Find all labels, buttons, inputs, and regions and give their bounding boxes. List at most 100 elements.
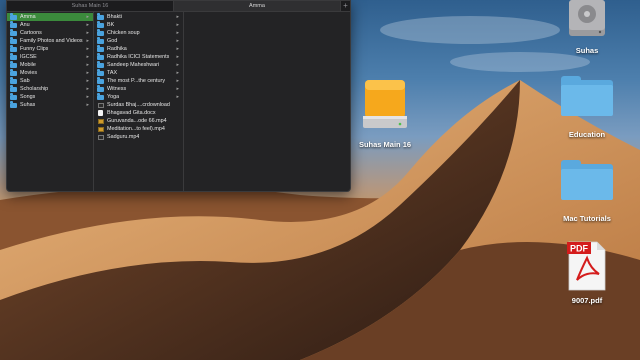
list-item-igcse[interactable]: IGCSE ▸ [7, 53, 93, 61]
list-item-funny-clips[interactable]: Funny Clips ▸ [7, 45, 93, 53]
list-item-surdas[interactable]: Surdas Bhaj....crdownload [94, 101, 183, 109]
chevron-right-icon: ▸ [86, 46, 89, 52]
list-item-witness[interactable]: Witness ▸ [94, 85, 183, 93]
chevron-right-icon: ▸ [86, 102, 89, 108]
folder-icon [97, 13, 104, 20]
list-item-label: Meditation...to feel).mp4 [107, 126, 165, 132]
desktop-icon-9007-pdf[interactable]: PDF 9007.pdf [555, 240, 619, 305]
list-item-family-photos[interactable]: Family Photos and Videos ▸ [7, 37, 93, 45]
list-item-bhagavad-gita[interactable]: Bhagavad Gita.docx [94, 109, 183, 117]
list-item-anu[interactable]: Anu ▸ [7, 21, 93, 29]
list-item-label: Witness [107, 86, 127, 92]
tab-suhas-main-16[interactable]: Suhas Main 16 [7, 1, 174, 11]
list-item-suhas[interactable]: Suhas ▸ [7, 101, 93, 109]
list-item-movies[interactable]: Movies ▸ [7, 69, 93, 77]
chevron-right-icon: ▸ [86, 94, 89, 100]
list-item-radhika[interactable]: Radhika ▸ [94, 45, 183, 53]
list-item-sandeep[interactable]: Sandeep Maheshwari ▸ [94, 61, 183, 69]
list-item-label: Sadguru.mp4 [107, 134, 140, 140]
list-item-label: Family Photos and Videos [20, 38, 83, 44]
folder-icon [97, 85, 104, 92]
list-item-guruvanda[interactable]: Guruvanda...ode 66.mp4 [94, 117, 183, 125]
list-item-bhakti[interactable]: Bhakti ▸ [94, 13, 183, 21]
pdf-badge-text: PDF [570, 244, 589, 254]
list-item-label: Bhakti [107, 14, 122, 20]
folder-icon [10, 93, 17, 100]
list-item-meditation[interactable]: Meditation...to feel).mp4 [94, 125, 183, 133]
document-icon [98, 110, 103, 116]
list-item-label: Sab [20, 78, 30, 84]
list-item-radhika-icici[interactable]: Radhika ICICI Statements ▸ [94, 53, 183, 61]
list-item-label: Songs [20, 94, 36, 100]
list-item-label: Suhas [20, 102, 36, 108]
desktop-icon-label: Suhas Main 16 [358, 140, 412, 149]
folder-icon [97, 61, 104, 68]
folder-icon [10, 53, 17, 60]
folder-icon [10, 85, 17, 92]
list-item-label: Guruvanda...ode 66.mp4 [107, 118, 167, 124]
finder-column-1: Amma ▸ Anu ▸ Cartoons ▸ Family Photos and V… [7, 12, 94, 191]
desktop-icon-label: Education [568, 130, 606, 139]
list-item-label: Radhika [107, 46, 127, 52]
chevron-right-icon: ▸ [176, 22, 179, 28]
chevron-right-icon: ▸ [86, 70, 89, 76]
list-item-label: Radhika ICICI Statements [107, 54, 170, 60]
folder-icon [10, 61, 17, 68]
folder-icon [10, 77, 17, 84]
list-item-scholarship[interactable]: Scholarship ▸ [7, 85, 93, 93]
desktop-icon-suhas-main-16[interactable]: Suhas Main 16 [350, 78, 420, 149]
list-item-label: Sandeep Maheshwari [107, 62, 160, 68]
list-item-the-most[interactable]: The most P...the century ▸ [94, 77, 183, 85]
list-item-label: Chicken soup [107, 30, 140, 36]
desktop-icon-education[interactable]: Education [555, 76, 619, 139]
finder-column-3 [184, 12, 350, 191]
folder-icon [561, 76, 613, 116]
list-item-god[interactable]: God ▸ [94, 37, 183, 45]
finder-tab-bar: Suhas Main 16 Amma + [7, 1, 350, 12]
list-item-sab[interactable]: Sab ▸ [7, 77, 93, 85]
desktop-icon-suhas[interactable]: Suhas [555, 0, 619, 55]
list-item-bk[interactable]: BK ▸ [94, 21, 183, 29]
finder-window[interactable]: Suhas Main 16 Amma + Amma ▸ Anu ▸ Cartoons… [6, 0, 351, 192]
list-item-label: The most P...the century [107, 78, 166, 84]
chevron-right-icon: ▸ [176, 78, 179, 84]
chevron-right-icon: ▸ [86, 38, 89, 44]
chevron-right-icon: ▸ [176, 14, 179, 20]
list-item-label: Yoga [107, 94, 120, 100]
folder-icon [97, 93, 104, 100]
list-item-mobile[interactable]: Mobile ▸ [7, 61, 93, 69]
desktop-icon-label: 9007.pdf [571, 296, 603, 305]
chevron-right-icon: ▸ [86, 54, 89, 60]
list-item-cartoons[interactable]: Cartoons ▸ [7, 29, 93, 37]
folder-icon [10, 101, 17, 108]
add-tab-button[interactable]: + [341, 1, 350, 11]
list-item-label: IGCSE [20, 54, 37, 60]
folder-icon [10, 45, 17, 52]
chevron-right-icon: ▸ [176, 30, 179, 36]
list-item-songs[interactable]: Songs ▸ [7, 93, 93, 101]
chevron-right-icon: ▸ [86, 22, 89, 28]
list-item-label: BK [107, 22, 115, 28]
list-item-label: God [107, 38, 118, 44]
chevron-right-icon: ▸ [86, 30, 89, 36]
list-item-yoga[interactable]: Yoga ▸ [94, 93, 183, 101]
video-file-icon [98, 126, 104, 132]
chevron-right-icon: ▸ [176, 54, 179, 60]
list-item-chicken-soup[interactable]: Chicken soup ▸ [94, 29, 183, 37]
folder-icon [10, 37, 17, 44]
list-item-label: Bhagavad Gita.docx [107, 110, 156, 116]
list-item-tax[interactable]: TAX ▸ [94, 69, 183, 77]
chevron-right-icon: ▸ [176, 46, 179, 52]
list-item-sadguru[interactable]: Sadguru.mp4 [94, 133, 183, 141]
desktop-icon-mac-tutorials[interactable]: Mac Tutorials [555, 160, 619, 223]
folder-icon [561, 160, 613, 200]
chevron-right-icon: ▸ [86, 86, 89, 92]
folder-icon [97, 69, 104, 76]
chevron-right-icon: ▸ [176, 38, 179, 44]
desktop-icon-label: Suhas [575, 46, 599, 55]
folder-icon [97, 53, 104, 60]
hard-drive-icon [569, 0, 605, 36]
list-item-label: Surdas Bhaj....crdownload [107, 102, 170, 108]
tab-amma[interactable]: Amma [174, 1, 341, 11]
list-item-amma[interactable]: Amma ▸ [7, 13, 93, 21]
